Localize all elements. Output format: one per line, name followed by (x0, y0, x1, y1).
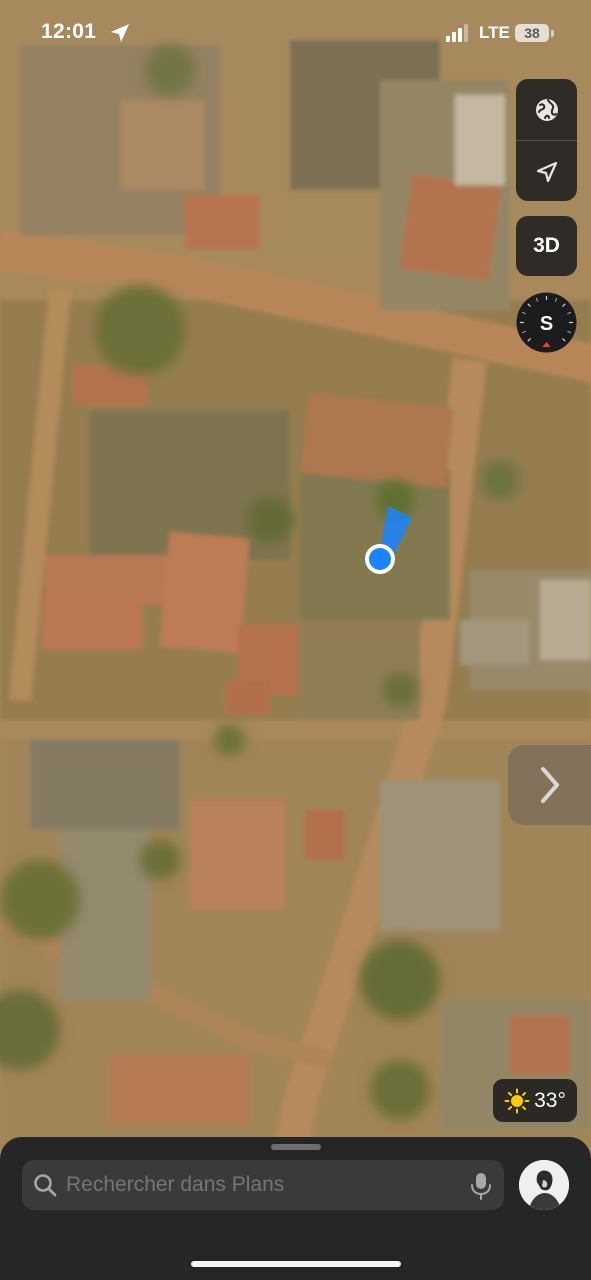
bottom-sheet[interactable] (0, 1137, 591, 1280)
weather-badge[interactable]: 33° (493, 1079, 577, 1122)
user-location-marker (365, 506, 412, 574)
network-type: LTE (479, 23, 510, 42)
location-services-icon (111, 24, 129, 42)
map-type-button[interactable] (516, 79, 577, 140)
status-time: 12:01 (41, 20, 97, 43)
battery-tip (551, 30, 554, 37)
sheet-grabber[interactable] (271, 1144, 321, 1150)
status-bar: 12:01 LTE 38 (0, 0, 591, 66)
locate-me-button[interactable] (516, 141, 577, 201)
avatar-photo (519, 1160, 569, 1210)
location-arrow-icon (536, 161, 557, 182)
sun-icon (504, 1088, 530, 1113)
profile-avatar[interactable] (519, 1160, 569, 1210)
globe-icon (535, 98, 558, 121)
cellular-signal-icon (446, 24, 468, 42)
compass-heading: S (540, 313, 553, 335)
chevron-right-icon (540, 767, 559, 803)
map-controls (516, 79, 577, 201)
next-panel-button[interactable] (508, 745, 591, 825)
search-bar[interactable] (22, 1160, 504, 1210)
battery-icon: 38 (515, 24, 549, 42)
3d-view-button[interactable]: 3D (516, 216, 577, 276)
compass-button[interactable]: S (516, 292, 577, 353)
search-icon (34, 1174, 57, 1197)
microphone-icon[interactable] (470, 1172, 492, 1200)
home-indicator[interactable] (191, 1261, 401, 1267)
search-input[interactable] (66, 1160, 446, 1210)
weather-temperature: 33° (534, 1088, 566, 1112)
